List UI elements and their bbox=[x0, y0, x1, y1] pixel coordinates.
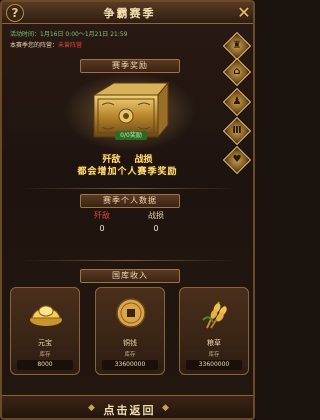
reward-line2: 都会增加个人赛季奖励 bbox=[77, 167, 178, 177]
kills-label: 歼敌 bbox=[94, 211, 110, 220]
divider bbox=[22, 260, 237, 261]
losses-value: 0 bbox=[153, 224, 159, 233]
card-name: 铜钱 bbox=[123, 339, 137, 347]
losses-stat: 战损 0 bbox=[136, 210, 176, 233]
castle-icon: ⌂ bbox=[233, 66, 241, 77]
kills-stat: 歼敌 0 bbox=[82, 210, 122, 233]
close-icon: ✕ bbox=[237, 3, 251, 22]
camp-label: 本赛季您的阵营： bbox=[10, 42, 59, 49]
gold-ingot-icon bbox=[30, 305, 62, 326]
side-btn-3[interactable]: ♟ bbox=[222, 87, 252, 117]
card-value: 33600000 bbox=[102, 360, 158, 370]
kills-value: 0 bbox=[99, 224, 105, 233]
card-name: 粮草 bbox=[207, 339, 221, 347]
page-title: 争霸赛季 bbox=[103, 7, 156, 20]
reward-banner: 赛季奖励 bbox=[80, 59, 180, 73]
income-card-copper[interactable]: 铜钱 库存 33600000 bbox=[95, 287, 165, 375]
soldier-icon: ♟ bbox=[232, 96, 242, 107]
stats-box: 歼敌 0 战损 0 bbox=[62, 210, 197, 244]
back-button[interactable]: ◆ 点击返回 ◆ bbox=[2, 395, 253, 418]
card-sub: 库存 bbox=[124, 352, 136, 358]
treasure-chest-icon[interactable] bbox=[86, 77, 176, 139]
side-btn-2[interactable]: ⌂ bbox=[222, 57, 252, 87]
back-label: 点击返回 bbox=[103, 404, 156, 417]
close-button[interactable]: ✕ bbox=[235, 4, 253, 22]
header-bar: ? 争霸赛季 ✕ bbox=[2, 2, 253, 24]
losses-label: 战损 bbox=[148, 211, 164, 220]
card-sub: 库存 bbox=[208, 352, 220, 358]
card-value: 8000 bbox=[17, 360, 73, 370]
gate-icon: Ⅲ bbox=[232, 125, 242, 136]
income-banner: 国库收入 bbox=[80, 269, 180, 283]
grain-icon bbox=[202, 301, 227, 329]
card-sub: 库存 bbox=[39, 352, 51, 358]
income-card-grain[interactable]: 粮草 库存 33600000 bbox=[179, 287, 249, 375]
side-btn-4[interactable]: Ⅲ bbox=[222, 116, 252, 146]
camp-info: 本赛季您的阵营：未曾阵营 bbox=[10, 40, 82, 49]
stats-banner: 赛季个人数据 bbox=[80, 194, 180, 208]
season-panel: ? 争霸赛季 ✕ 活动时间：1月16日 0:00～1月21日 21:59 本赛季… bbox=[0, 0, 255, 420]
arrow-right-icon: ◆ bbox=[162, 403, 169, 413]
side-btn-1[interactable]: ♜ bbox=[222, 31, 252, 61]
banner-icon: ♜ bbox=[232, 40, 242, 51]
copper-coin-icon bbox=[116, 298, 146, 328]
activity-time: 活动时间：1月16日 0:00～1月21日 21:59 bbox=[10, 31, 128, 38]
income-card-gold[interactable]: 元宝 库存 8000 bbox=[10, 287, 80, 375]
chest-progress-label: 0/0奖励 bbox=[115, 131, 147, 140]
card-name: 元宝 bbox=[38, 339, 52, 347]
divider bbox=[22, 188, 237, 189]
camp-value: 未曾阵营 bbox=[58, 42, 83, 49]
card-value: 33600000 bbox=[186, 360, 242, 370]
